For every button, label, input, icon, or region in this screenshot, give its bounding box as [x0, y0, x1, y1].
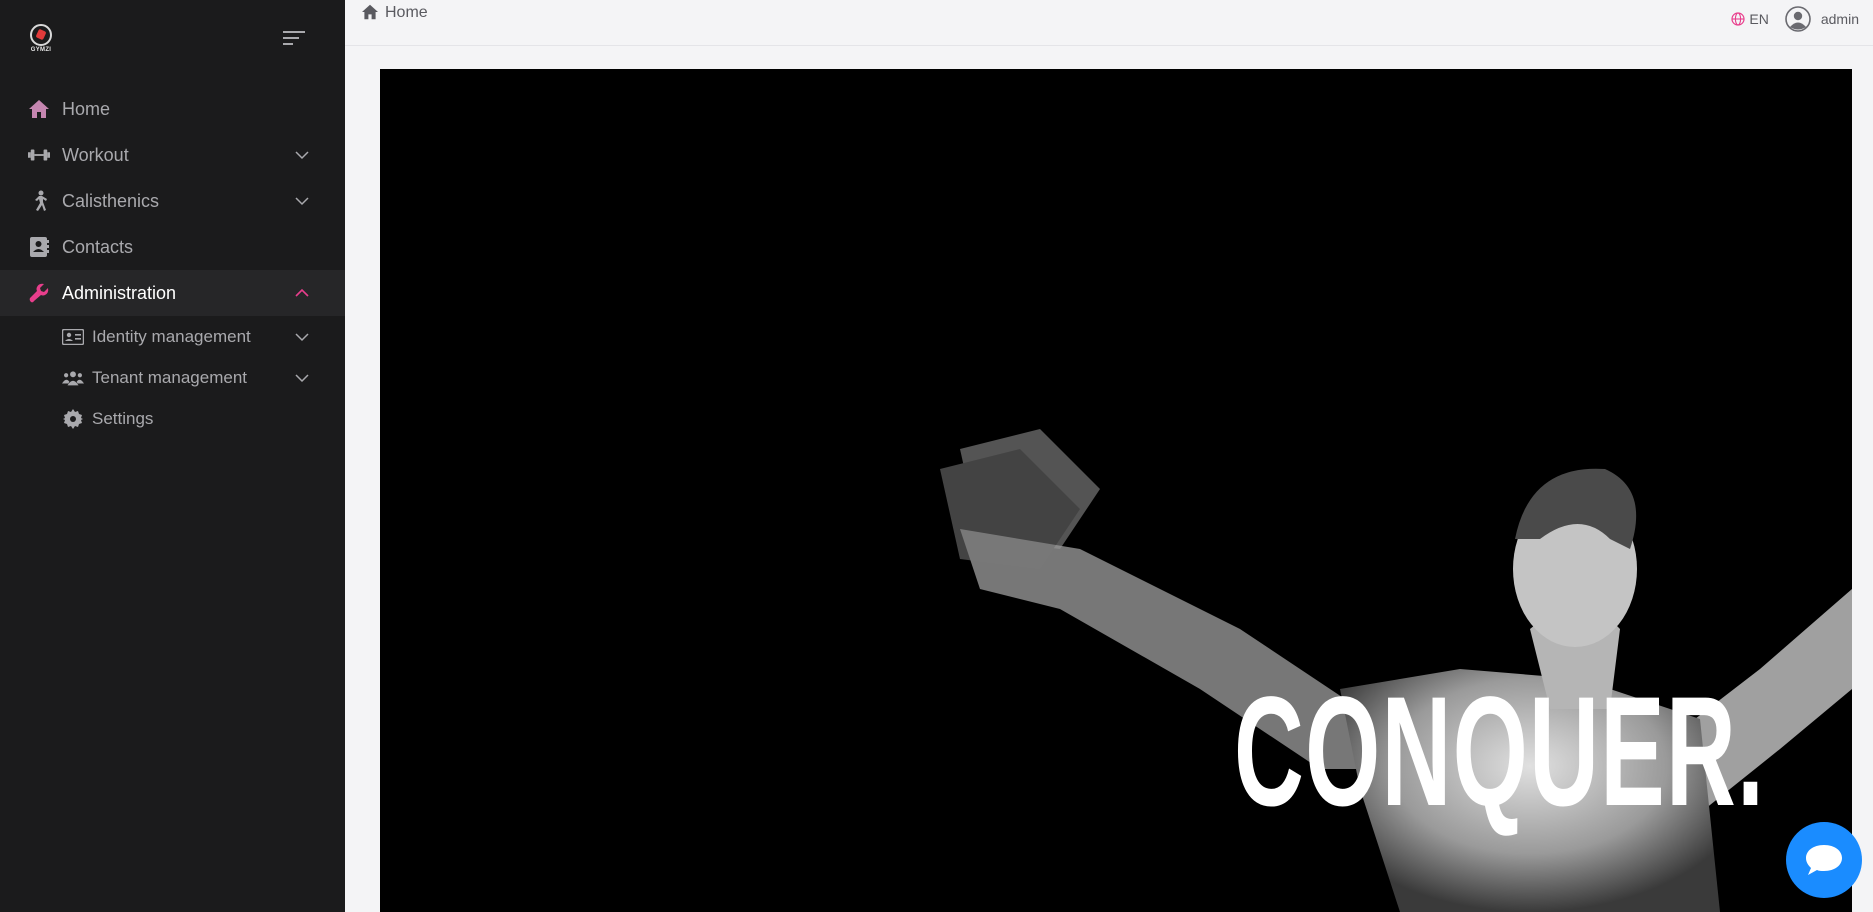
wrench-icon — [28, 282, 50, 304]
menu-bar-icon — [283, 31, 305, 33]
contact-book-icon — [28, 236, 50, 258]
sidebar-item-label: Contacts — [62, 236, 134, 257]
dumbbell-icon — [28, 144, 50, 166]
home-icon — [361, 4, 379, 22]
chevron-down-icon — [295, 197, 309, 206]
running-icon — [28, 190, 50, 212]
chat-button[interactable] — [1786, 822, 1862, 898]
topbar: Home EN admin — [345, 0, 1873, 46]
user-menu[interactable]: admin — [1785, 6, 1859, 32]
sidebar-item-contacts[interactable]: Contacts — [0, 224, 345, 270]
sidebar-item-label: Workout — [62, 144, 129, 165]
main-content: CONQUER. — [345, 46, 1873, 912]
sidebar-subitem-label: Identity management — [92, 326, 251, 346]
sidebar-item-label: Administration — [62, 282, 177, 303]
users-icon — [62, 367, 84, 389]
language-label: EN — [1749, 11, 1769, 27]
sidebar-item-administration[interactable]: Administration — [0, 270, 345, 316]
breadcrumb: Home — [361, 4, 428, 22]
sidebar-subitem-tenant-management[interactable]: Tenant management — [0, 357, 345, 398]
globe-icon — [1731, 12, 1746, 26]
logo-mark-icon — [30, 24, 52, 46]
sidebar: GYMZI Home Workout Calisthenics Contacts… — [0, 0, 345, 912]
home-icon — [28, 98, 50, 120]
sidebar-subitem-identity-management[interactable]: Identity management — [0, 316, 345, 357]
menu-bar-icon — [283, 37, 299, 39]
menu-toggle-button[interactable] — [283, 31, 305, 47]
banner-headline: CONQUER. — [1234, 665, 1766, 839]
sidebar-subitem-label: Settings — [92, 408, 154, 428]
logo-text: GYMZI — [30, 47, 52, 53]
user-avatar-icon — [1785, 6, 1811, 32]
sidebar-subitem-settings[interactable]: Settings — [0, 398, 345, 439]
breadcrumb-home-link[interactable]: Home — [385, 4, 428, 22]
sidebar-item-calisthenics[interactable]: Calisthenics — [0, 178, 345, 224]
chevron-down-icon — [295, 151, 309, 160]
sidebar-subitem-label: Tenant management — [92, 367, 247, 387]
id-card-icon — [62, 326, 84, 348]
topbar-actions: EN admin — [1731, 6, 1859, 32]
gear-icon — [62, 408, 84, 430]
sidebar-item-label: Home — [62, 98, 111, 119]
sidebar-item-home[interactable]: Home — [0, 86, 345, 132]
menu-bar-icon — [283, 43, 293, 45]
sidebar-nav: Home Workout Calisthenics Contacts Admin… — [0, 86, 345, 439]
hero-banner-image: CONQUER. — [380, 69, 1852, 912]
app-logo[interactable]: GYMZI — [27, 24, 55, 56]
chat-bubble-icon — [1806, 845, 1842, 875]
username: admin — [1820, 11, 1859, 27]
chevron-up-icon — [295, 288, 309, 297]
language-selector[interactable]: EN — [1731, 11, 1769, 27]
sidebar-item-label: Calisthenics — [62, 190, 160, 211]
sidebar-item-workout[interactable]: Workout — [0, 132, 345, 178]
chevron-down-icon — [295, 374, 309, 383]
chevron-down-icon — [295, 333, 309, 342]
